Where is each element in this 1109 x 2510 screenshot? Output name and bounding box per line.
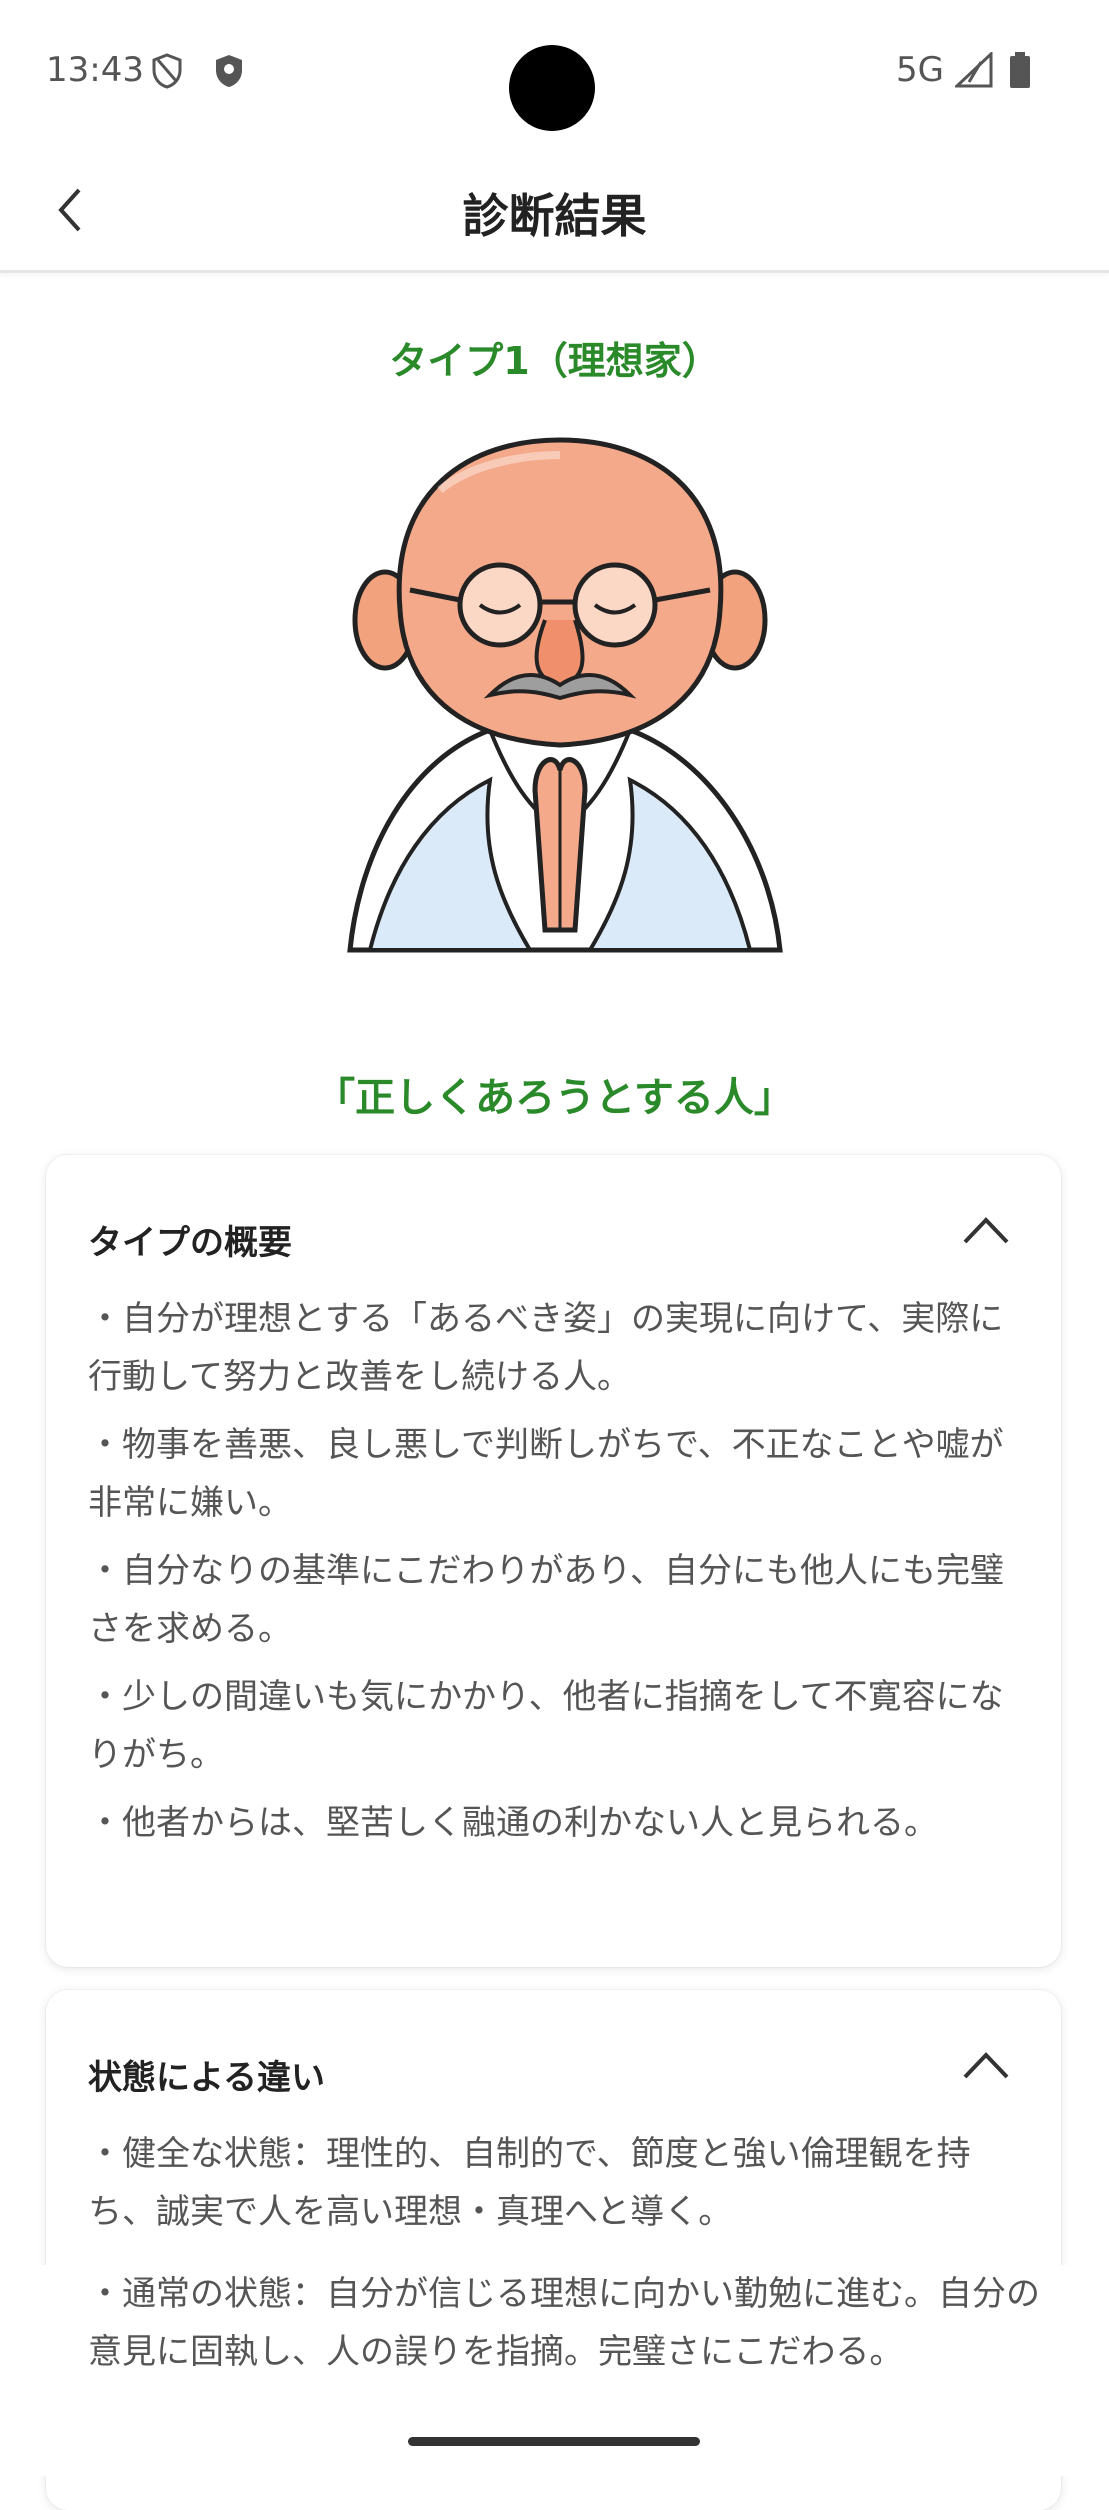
battery-icon (1008, 52, 1032, 94)
shield-filled-icon (212, 52, 246, 94)
list-item: ・他者からは、堅苦しく融通の利かない人と見られる。 (88, 1803, 938, 1843)
states-heading: 状態による違い (88, 2058, 325, 2098)
list-item: ・物事を善悪、良し悪しで判断しがちで、不正なことや嘘が非常に嫌い。 (88, 1425, 1004, 1523)
type-title: タイプ1（理想家） (389, 339, 720, 383)
overview-card: タイプの概要 ・自分が理想とする「あるべき姿」の実現に向けて、実際に行動して努力… (46, 1155, 1061, 1967)
home-indicator[interactable] (408, 2437, 700, 2446)
network-type: 5G (896, 50, 944, 90)
states-list: ・健全な状態：理性的、自制的で、節度と強い倫理観を持ち、誠実で人を高い理想・真理… (88, 2125, 1019, 2251)
status-bar: 13:43 5G (0, 0, 1109, 150)
front-camera (509, 45, 595, 131)
overview-list: ・自分が理想とする「あるべき姿」の実現に向けて、実際に行動して努力と改善をし続け… (88, 1290, 1019, 1862)
character-illustration (347, 437, 783, 953)
list-item: ・自分なりの基準にこだわりがあり、自分にも他人にも完璧さを求める。 (88, 1551, 1004, 1649)
signal-icon (953, 50, 995, 92)
app-bar-divider (0, 270, 1109, 273)
status-time: 13:43 (46, 50, 144, 90)
list-item: ・自分が理想とする「あるべき姿」の実現に向けて、実際に行動して努力と改善をし続け… (88, 1299, 1004, 1397)
shield-outline-icon (150, 52, 184, 94)
chevron-up-icon[interactable] (961, 1210, 1011, 1250)
app-bar: 診断結果 (0, 150, 1109, 272)
chevron-up-icon[interactable] (961, 2045, 1011, 2085)
list-item: ・少しの間違いも気にかかり、他者に指摘をして不寛容になりがち。 (88, 1677, 1004, 1775)
list-item: ・健全な状態：理性的、自制的で、節度と強い倫理観を持ち、誠実で人を高い理想・真理… (88, 2134, 971, 2232)
list-item: ・通常の状態：自分が信じる理想に向かい勤勉に進む。自分の意見に固執し、人の誤りを… (88, 2274, 1040, 2372)
catchphrase: 「正しくあろうとする人」 (315, 1075, 794, 1121)
page-title: 診断結果 (462, 189, 647, 243)
overview-heading: タイプの概要 (88, 1223, 292, 1263)
